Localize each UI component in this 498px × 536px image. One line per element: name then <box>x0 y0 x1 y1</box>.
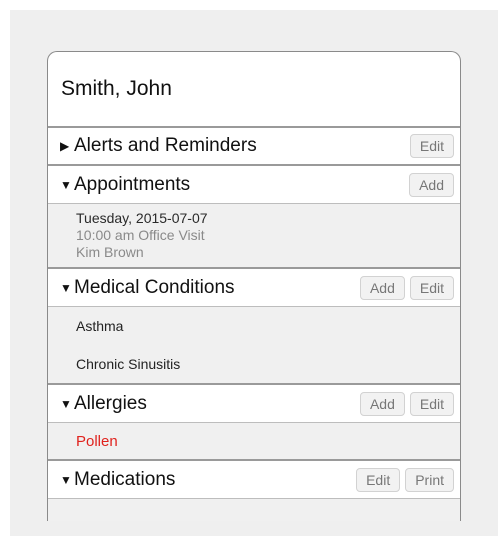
section-allergies-header[interactable]: ▼ Allergies Add Edit <box>48 385 460 423</box>
conditions-edit-button[interactable]: Edit <box>409 275 454 300</box>
conditions-body: Asthma Chronic Sinusitis <box>48 307 460 385</box>
appointment-time-type: 10:00 am Office Visit <box>76 227 205 243</box>
appointment-item[interactable]: Tuesday, 2015-07-07 10:00 am Office Visi… <box>48 204 460 267</box>
section-title[interactable]: Alerts and Reminders <box>74 135 405 157</box>
allergies-add-button[interactable]: Add <box>359 391 405 416</box>
expanded-arrow-icon[interactable]: ▼ <box>60 473 74 487</box>
allergy-item[interactable]: Pollen <box>48 423 460 459</box>
allergies-edit-button[interactable]: Edit <box>409 391 454 416</box>
appointment-date: Tuesday, 2015-07-07 <box>76 210 208 226</box>
medications-edit-button[interactable]: Edit <box>356 467 401 492</box>
section-appointments-header[interactable]: ▼ Appointments Add <box>48 166 460 204</box>
conditions-add-button[interactable]: Add <box>359 275 405 300</box>
section-conditions-header[interactable]: ▼ Medical Conditions Add Edit <box>48 269 460 307</box>
collapsed-arrow-icon[interactable]: ▶ <box>60 139 74 153</box>
appointment-provider: Kim Brown <box>76 244 144 260</box>
section-title[interactable]: Allergies <box>74 393 355 415</box>
expanded-arrow-icon[interactable]: ▼ <box>60 281 74 295</box>
condition-item[interactable]: Chronic Sinusitis <box>48 345 460 383</box>
medications-print-button[interactable]: Print <box>405 467 454 492</box>
section-title[interactable]: Medical Conditions <box>74 277 355 299</box>
patient-name: Smith, John <box>48 52 460 128</box>
appointments-add-button[interactable]: Add <box>409 172 454 197</box>
allergies-body: Pollen <box>48 423 460 461</box>
expanded-arrow-icon[interactable]: ▼ <box>60 397 74 411</box>
patient-card: Smith, John ▶ Alerts and Reminders Edit … <box>47 51 461 521</box>
section-medications-header[interactable]: ▼ Medications Edit Print <box>48 461 460 499</box>
medications-body <box>48 499 460 521</box>
section-title[interactable]: Appointments <box>74 174 404 196</box>
condition-item[interactable]: Asthma <box>48 307 460 345</box>
appointments-body: Tuesday, 2015-07-07 10:00 am Office Visi… <box>48 204 460 269</box>
expanded-arrow-icon[interactable]: ▼ <box>60 178 74 192</box>
section-alerts-header[interactable]: ▶ Alerts and Reminders Edit <box>48 128 460 166</box>
alerts-edit-button[interactable]: Edit <box>409 134 454 158</box>
section-title[interactable]: Medications <box>74 469 351 491</box>
